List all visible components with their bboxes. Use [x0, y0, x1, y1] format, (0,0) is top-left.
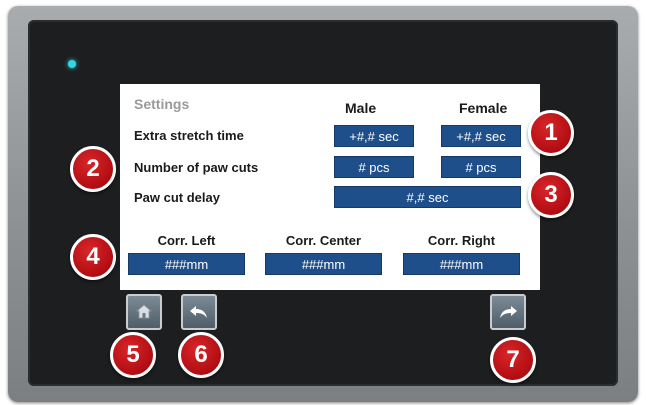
paw-cut-delay-label: Paw cut delay: [134, 190, 220, 205]
callout-badge-2: 2: [70, 146, 116, 192]
extra-stretch-female-field[interactable]: +#,# sec: [441, 125, 521, 147]
corr-left-field[interactable]: ###mm: [128, 253, 245, 275]
paw-cuts-female-field[interactable]: # pcs: [441, 156, 521, 178]
forward-arrow-icon: [500, 306, 517, 318]
page-title: Settings: [134, 96, 190, 112]
callout-badge-7: 7: [490, 337, 536, 383]
corr-left-label: Corr. Left: [157, 233, 216, 248]
paw-cuts-label: Number of paw cuts: [134, 160, 259, 175]
column-header-female: Female: [459, 100, 508, 116]
back-arrow-icon: [190, 306, 207, 318]
status-led: [68, 60, 76, 68]
home-icon: [135, 304, 153, 319]
corr-center-field[interactable]: ###mm: [265, 253, 382, 275]
callout-badge-5: 5: [110, 332, 156, 378]
extra-stretch-label: Extra stretch time: [134, 128, 244, 143]
extra-stretch-male-field[interactable]: +#,# sec: [334, 125, 414, 147]
home-button[interactable]: [126, 294, 162, 330]
corr-right-label: Corr. Right: [427, 233, 496, 248]
back-button[interactable]: [181, 294, 217, 330]
forward-button[interactable]: [490, 294, 526, 330]
corr-right-field[interactable]: ###mm: [403, 253, 520, 275]
callout-badge-4: 4: [70, 234, 116, 280]
corr-center-label: Corr. Center: [285, 233, 362, 248]
callout-badge-3: 3: [528, 172, 574, 218]
paw-cuts-male-field[interactable]: # pcs: [334, 156, 414, 178]
paw-cut-delay-field[interactable]: #,# sec: [334, 186, 521, 208]
callout-badge-6: 6: [178, 332, 224, 378]
callout-badge-1: 1: [528, 110, 574, 156]
column-header-male: Male: [345, 100, 377, 116]
